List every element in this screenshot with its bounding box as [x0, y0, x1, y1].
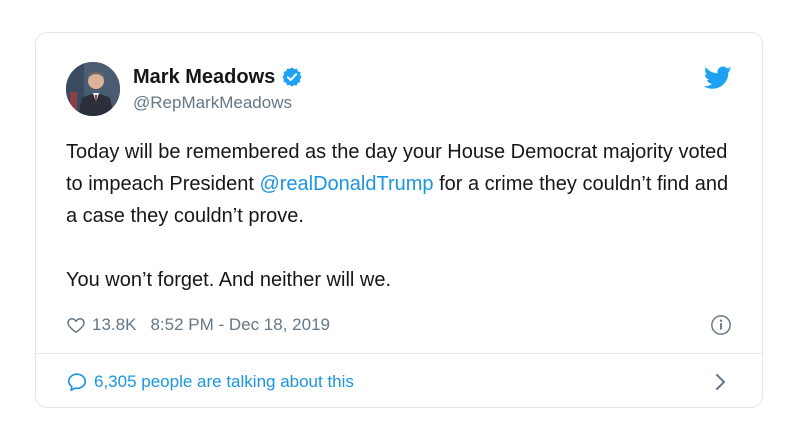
chevron-right-icon[interactable]: [714, 372, 728, 392]
author-block[interactable]: Mark Meadows @RepMarkMeadows: [133, 63, 303, 113]
tweet-paragraph-1: Today will be remembered as the day your…: [66, 136, 734, 232]
tweet-paragraph-2: You won’t forget. And neither will we.: [66, 269, 392, 291]
author-handle[interactable]: @RepMarkMeadows: [133, 93, 303, 113]
tweet-header: Mark Meadows @RepMarkMeadows: [66, 62, 732, 120]
author-name[interactable]: Mark Meadows: [133, 66, 275, 89]
avatar[interactable]: [66, 62, 120, 116]
twitter-bird-icon[interactable]: [703, 66, 732, 90]
conversation-link[interactable]: 6,305 people are talking about this: [66, 369, 732, 395]
mention-link[interactable]: @realDonaldTrump: [259, 173, 433, 195]
heart-icon[interactable]: [66, 315, 86, 335]
tweet-card[interactable]: Mark Meadows @RepMarkMeadows Today will …: [35, 32, 763, 408]
comment-bubble-icon: [66, 371, 88, 393]
divider: [36, 353, 762, 354]
talking-count-label[interactable]: 6,305 people are talking about this: [94, 372, 354, 392]
tweet-text: Today will be remembered as the day your…: [66, 136, 734, 296]
tweet-meta: 13.8K 8:52 PM - Dec 18, 2019: [66, 313, 732, 337]
info-icon[interactable]: [710, 314, 732, 336]
like-count[interactable]: 13.8K: [92, 315, 136, 335]
verified-badge-icon: [281, 66, 303, 88]
timestamp[interactable]: 8:52 PM - Dec 18, 2019: [150, 315, 330, 335]
